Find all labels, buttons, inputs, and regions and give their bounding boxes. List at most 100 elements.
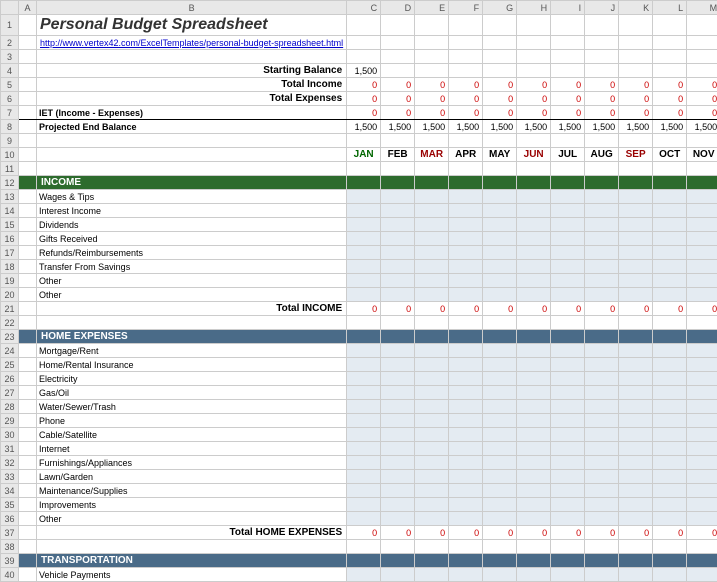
data-cell[interactable] [381,288,415,302]
data-cell[interactable] [415,442,449,456]
data-cell[interactable] [517,428,551,442]
data-cell[interactable] [619,344,653,358]
col-header-E[interactable]: E [415,1,449,15]
data-cell[interactable] [347,484,381,498]
data-cell[interactable] [483,386,517,400]
data-cell[interactable] [551,260,585,274]
data-cell[interactable] [347,498,381,512]
data-cell[interactable] [585,470,619,484]
data-cell[interactable] [687,372,717,386]
line-item[interactable]: Internet [37,442,347,456]
data-cell[interactable] [653,470,687,484]
data-cell[interactable] [687,414,717,428]
data-cell[interactable] [347,358,381,372]
data-cell[interactable] [415,498,449,512]
line-item[interactable]: Maintenance/Supplies [37,484,347,498]
data-cell[interactable] [381,512,415,526]
line-item[interactable]: Other [37,512,347,526]
data-cell[interactable] [449,484,483,498]
data-cell[interactable] [483,218,517,232]
data-cell[interactable] [687,512,717,526]
data-cell[interactable] [653,274,687,288]
data-cell[interactable] [347,344,381,358]
data-cell[interactable] [687,498,717,512]
data-cell[interactable] [347,442,381,456]
line-item[interactable]: Vehicle Payments [37,568,347,582]
data-cell[interactable] [381,232,415,246]
data-cell[interactable] [449,218,483,232]
data-cell[interactable] [483,204,517,218]
data-cell[interactable] [483,568,517,582]
data-cell[interactable] [687,190,717,204]
data-cell[interactable] [415,414,449,428]
data-cell[interactable] [449,232,483,246]
data-cell[interactable] [381,246,415,260]
row-number[interactable]: 27 [1,386,19,400]
row-number[interactable]: 8 [1,120,19,134]
data-cell[interactable] [619,372,653,386]
data-cell[interactable] [687,456,717,470]
data-cell[interactable] [483,484,517,498]
data-cell[interactable] [449,400,483,414]
data-cell[interactable] [619,568,653,582]
data-cell[interactable] [619,512,653,526]
template-link[interactable]: http://www.vertex42.com/ExcelTemplates/p… [37,36,347,50]
data-cell[interactable] [619,456,653,470]
row-number[interactable]: 38 [1,540,19,554]
data-cell[interactable] [517,512,551,526]
col-header-K[interactable]: K [619,1,653,15]
data-cell[interactable] [551,358,585,372]
data-cell[interactable] [483,274,517,288]
data-cell[interactable] [415,568,449,582]
col-header-I[interactable]: I [551,1,585,15]
row-number[interactable]: 29 [1,414,19,428]
data-cell[interactable] [347,232,381,246]
data-cell[interactable] [415,274,449,288]
data-cell[interactable] [619,190,653,204]
data-cell[interactable] [517,484,551,498]
data-cell[interactable] [585,400,619,414]
data-cell[interactable] [517,372,551,386]
data-cell[interactable] [551,568,585,582]
data-cell[interactable] [449,428,483,442]
row-number[interactable]: 7 [1,106,19,120]
data-cell[interactable] [381,470,415,484]
data-cell[interactable] [415,372,449,386]
data-cell[interactable] [687,358,717,372]
data-cell[interactable] [585,442,619,456]
data-cell[interactable] [585,218,619,232]
data-cell[interactable] [551,218,585,232]
row-number[interactable]: 37 [1,526,19,540]
data-cell[interactable] [517,456,551,470]
data-cell[interactable] [483,498,517,512]
data-cell[interactable] [483,470,517,484]
data-cell[interactable] [653,218,687,232]
col-header-M[interactable]: M [687,1,717,15]
row-number[interactable]: 18 [1,260,19,274]
data-cell[interactable] [483,190,517,204]
data-cell[interactable] [381,568,415,582]
data-cell[interactable] [619,470,653,484]
row-number[interactable]: 14 [1,204,19,218]
data-cell[interactable] [415,400,449,414]
data-cell[interactable] [347,414,381,428]
row-number[interactable]: 35 [1,498,19,512]
data-cell[interactable] [483,442,517,456]
data-cell[interactable] [517,400,551,414]
data-cell[interactable] [415,246,449,260]
data-cell[interactable] [619,218,653,232]
line-item[interactable]: Wages & Tips [37,190,347,204]
data-cell[interactable] [619,442,653,456]
row-number[interactable]: 15 [1,218,19,232]
data-cell[interactable] [619,386,653,400]
data-cell[interactable] [381,344,415,358]
data-cell[interactable] [687,288,717,302]
data-cell[interactable] [551,470,585,484]
data-cell[interactable] [449,288,483,302]
data-cell[interactable] [449,498,483,512]
data-cell[interactable] [347,372,381,386]
row-number[interactable]: 13 [1,190,19,204]
row-number[interactable]: 12 [1,176,19,190]
data-cell[interactable] [653,498,687,512]
data-cell[interactable] [551,246,585,260]
